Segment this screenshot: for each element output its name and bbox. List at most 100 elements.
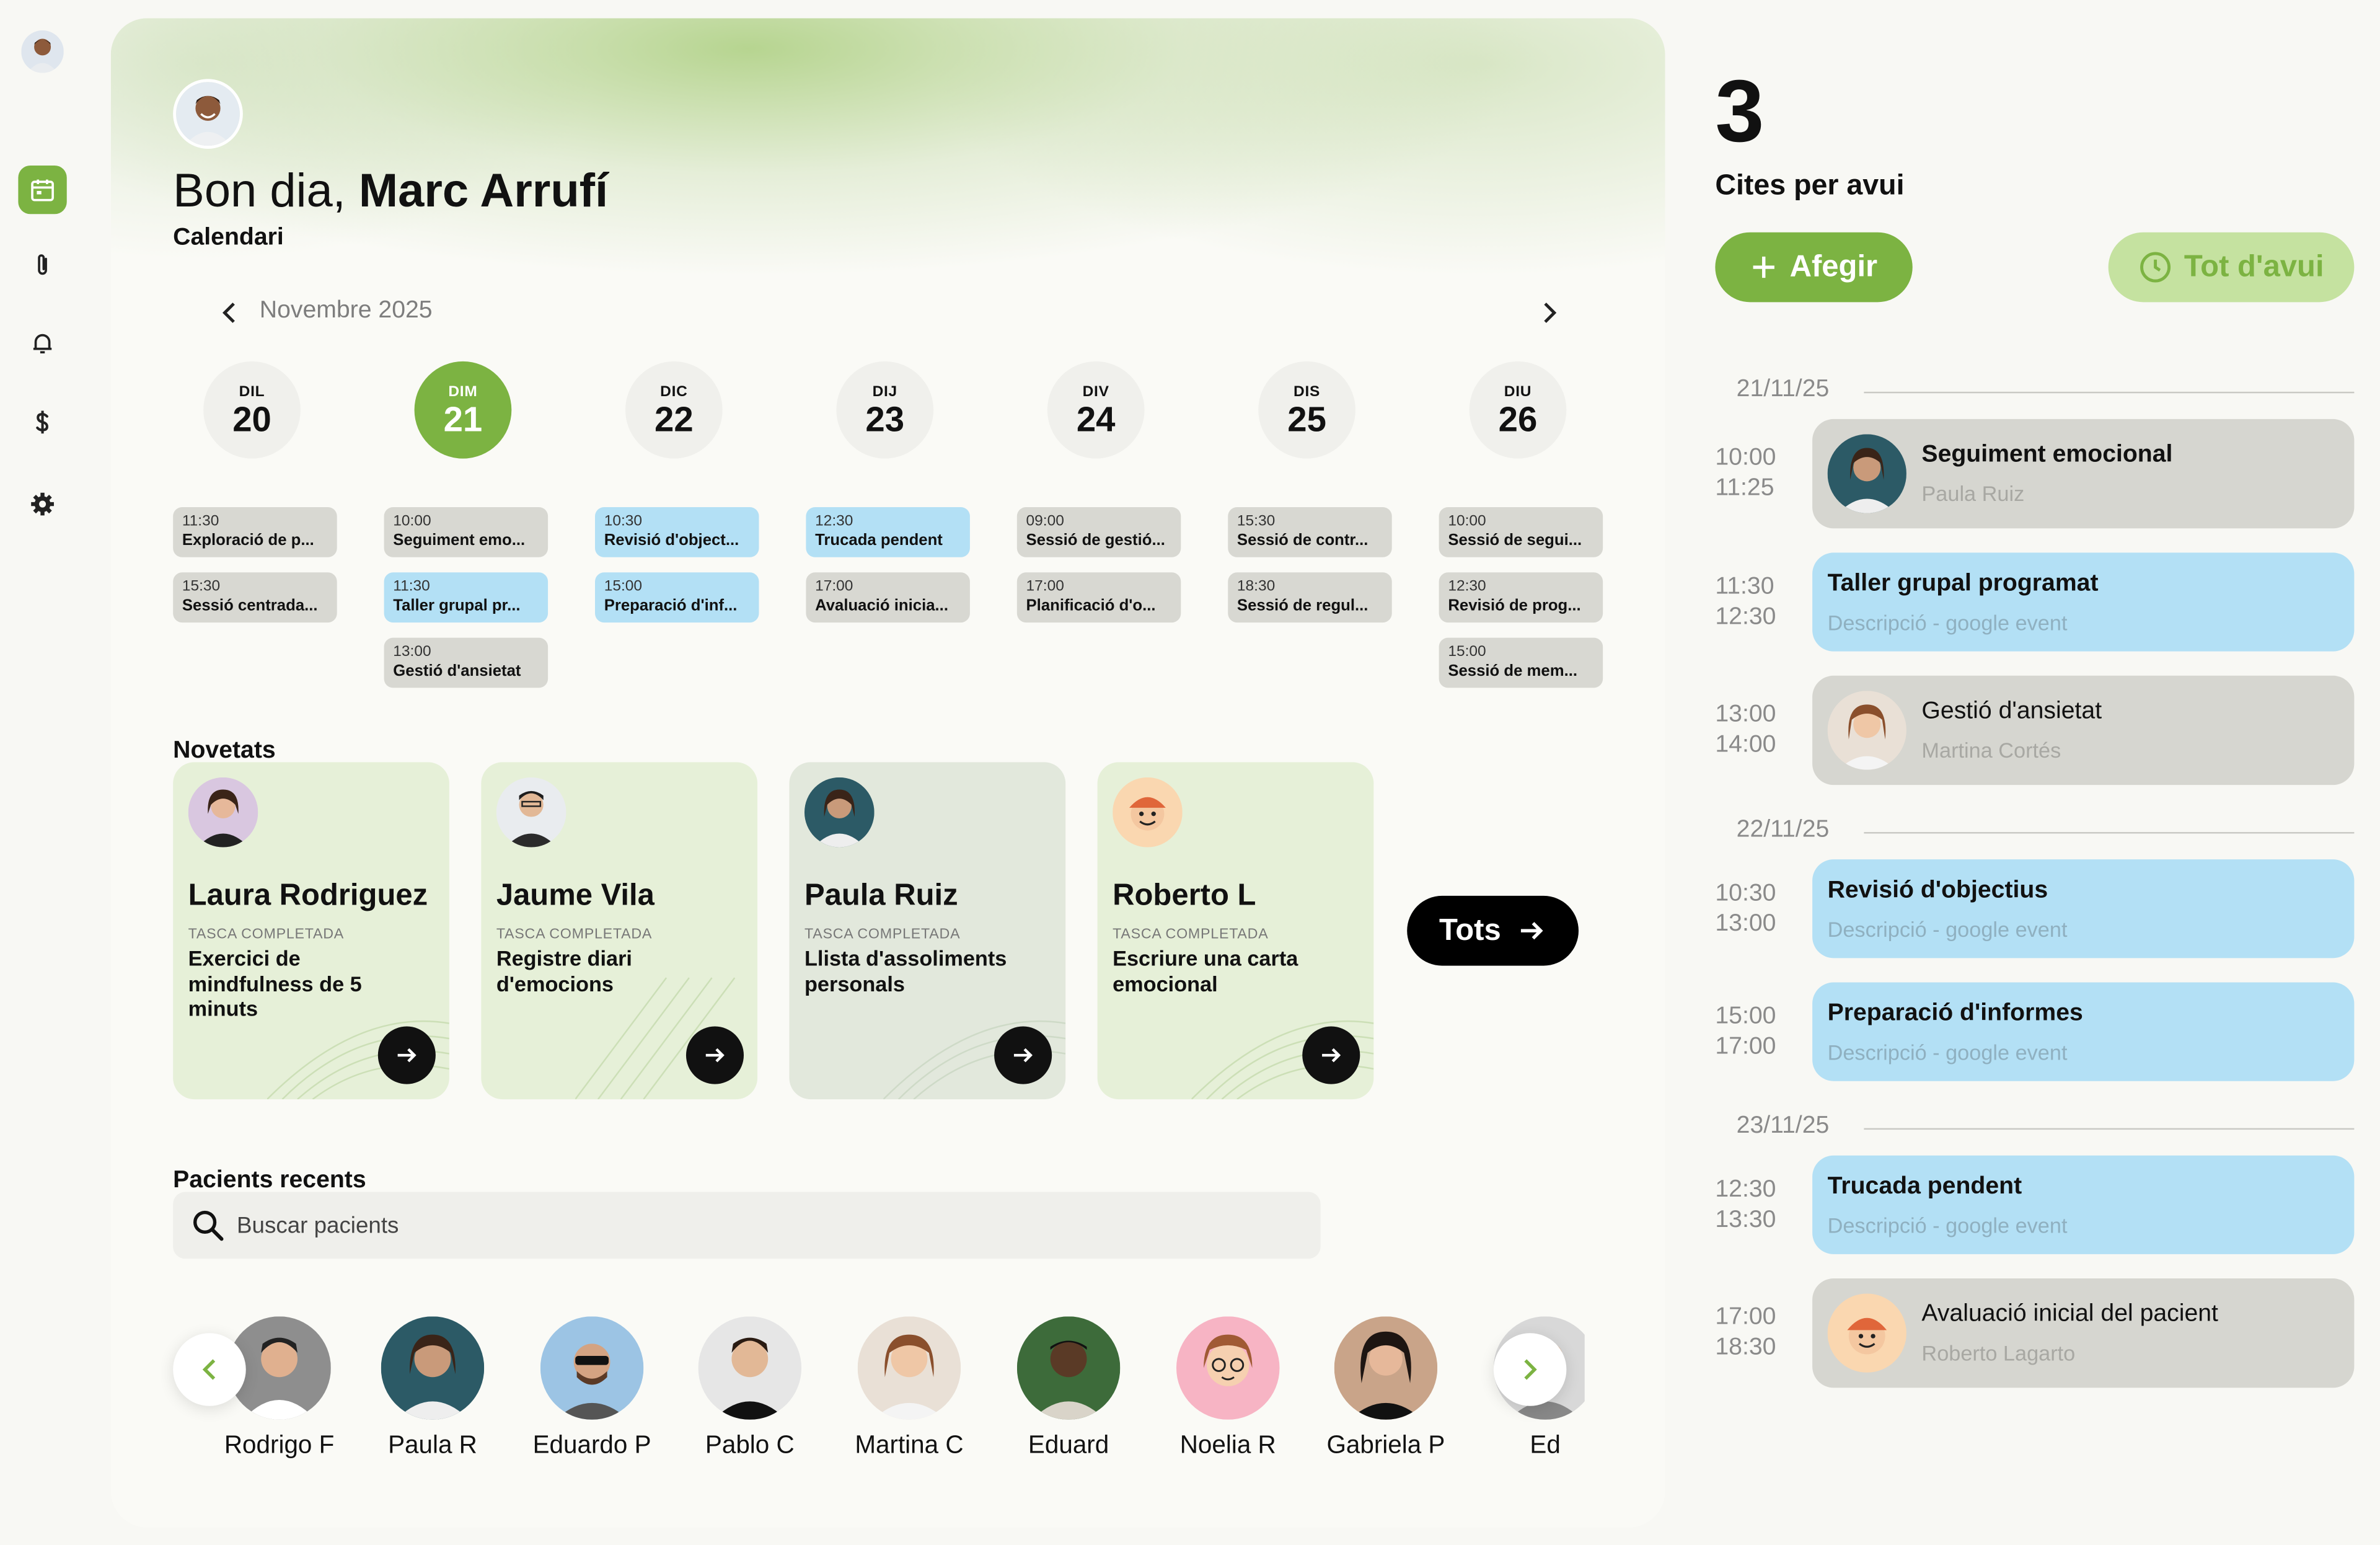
appointment-card[interactable]: Avaluació inicial del pacient Roberto La… xyxy=(1812,1278,2355,1388)
calendar-event[interactable]: 11:30 Exploració de p... xyxy=(173,507,337,557)
calendar-event[interactable]: 15:00 Sessió de mem... xyxy=(1439,637,1603,688)
day-button[interactable]: DIU 26 xyxy=(1469,361,1567,459)
nav-notifications[interactable] xyxy=(18,319,66,367)
event-time: 15:00 xyxy=(1448,644,1486,661)
nav-settings[interactable] xyxy=(18,480,66,528)
appointment-card[interactable]: Gestió d'ansietat Martina Cortés xyxy=(1812,675,2355,786)
appointment-card[interactable]: Preparació d'informes Descripció - googl… xyxy=(1812,982,2355,1081)
event-time: 13:00 xyxy=(393,644,431,661)
event-time: 09:00 xyxy=(1026,513,1064,530)
news-card[interactable]: Paula Ruiz TASCA COMPLETADA Llista d'ass… xyxy=(789,762,1066,1100)
day-button-selected[interactable]: DIM 21 xyxy=(414,361,512,459)
chevron-right-icon xyxy=(1544,303,1557,323)
carousel-next-button[interactable] xyxy=(1493,1333,1567,1406)
end-time: 13:00 xyxy=(1715,911,1776,937)
patient-item[interactable]: Martina C xyxy=(834,1316,985,1483)
calendar-event[interactable]: 11:30 Taller grupal pr... xyxy=(384,572,549,623)
appointment-time: 15:00 17:00 xyxy=(1715,1002,1806,1063)
calendar-event[interactable]: 12:30 Trucada pendent xyxy=(806,507,970,557)
card-status: TASCA COMPLETADA xyxy=(496,926,653,943)
calendar-event[interactable]: 17:00 Avaluació inicia... xyxy=(806,572,970,623)
divider xyxy=(1864,832,2355,834)
day-button[interactable]: DIJ 23 xyxy=(836,361,934,459)
next-month-button[interactable] xyxy=(1535,298,1565,328)
news-card[interactable]: Laura Rodriguez TASCA COMPLETADA Exercic… xyxy=(173,762,449,1100)
appointment-card[interactable]: Seguiment emocional Paula Ruiz xyxy=(1812,418,2355,529)
day-name: DIC xyxy=(660,383,688,401)
patient-search[interactable]: Buscar pacients xyxy=(173,1192,1321,1259)
day-column: DIJ 23 12:30 Trucada pendent 17:00 Avaluaci… xyxy=(806,361,970,711)
day-column: DIM 21 10:00 Seguiment emo... 11:30 Taller … xyxy=(384,361,549,711)
patient-name: Noelia R xyxy=(1179,1432,1276,1459)
patient-item[interactable]: Paula R xyxy=(357,1316,509,1483)
calendar-event[interactable]: 18:30 Sessió de regul... xyxy=(1228,572,1392,623)
profile-avatar[interactable] xyxy=(21,30,64,73)
patient-avatar xyxy=(698,1316,802,1420)
day-button[interactable]: DIL 20 xyxy=(203,361,301,459)
event-time: 10:00 xyxy=(393,513,431,530)
appointment-time: 10:00 11:25 xyxy=(1715,443,1806,504)
calendar-event[interactable]: 12:30 Revisió de prog... xyxy=(1439,572,1603,623)
calendar-event[interactable]: 15:30 Sessió de contr... xyxy=(1228,507,1392,557)
all-today-button[interactable]: Tot d'avui xyxy=(2108,232,2355,303)
calendar-event[interactable]: 13:00 Gestió d'ansietat xyxy=(384,637,549,688)
appointment-patient: Martina Cortés xyxy=(1921,738,2061,763)
appointment-title: Avaluació inicial del pacient xyxy=(1921,1301,2218,1327)
news-card[interactable]: Jaume Vila TASCA COMPLETADA Registre dia… xyxy=(481,762,758,1100)
day-button[interactable]: DIC 22 xyxy=(625,361,723,459)
patient-name: Ed xyxy=(1530,1432,1561,1459)
arrow-right-icon xyxy=(397,1048,416,1063)
news-card[interactable]: Roberto L TASCA COMPLETADA Escriure una … xyxy=(1097,762,1374,1100)
start-time: 12:30 xyxy=(1715,1176,1776,1203)
event-time: 12:30 xyxy=(1448,578,1486,596)
patient-avatar xyxy=(496,777,566,848)
calendar-label: Calendari xyxy=(173,224,284,251)
calendar-event[interactable]: 10:30 Revisió d'object... xyxy=(595,507,759,557)
event-title: Sessió de regul... xyxy=(1236,596,1368,615)
day-button[interactable]: DIV 24 xyxy=(1047,361,1145,459)
calendar-event[interactable]: 17:00 Planificació d'o... xyxy=(1016,572,1181,623)
calendar-event[interactable]: 10:00 Sessió de segui... xyxy=(1439,507,1603,557)
day-column: DIU 26 10:00 Sessió de segui... 12:30 Revis… xyxy=(1439,361,1603,711)
day-button[interactable]: DIS 25 xyxy=(1258,361,1355,459)
date-label: 22/11/25 xyxy=(1736,817,1830,843)
end-time: 14:00 xyxy=(1715,732,1776,758)
event-time: 10:30 xyxy=(604,513,643,530)
carousel-prev-button[interactable] xyxy=(173,1333,246,1406)
appointment-card[interactable]: Taller grupal programat Descripció - goo… xyxy=(1812,552,2355,652)
day-column: DIC 22 10:30 Revisió d'object... 15:00 Prep… xyxy=(595,361,759,711)
prev-month-button[interactable] xyxy=(214,298,244,328)
user-avatar xyxy=(173,79,243,149)
add-appointment-button[interactable]: Afegir xyxy=(1715,232,1913,303)
nav-calendar[interactable] xyxy=(18,165,67,215)
appointment-card[interactable]: Revisió d'objectius Descripció - google … xyxy=(1812,859,2355,958)
patient-item[interactable]: Gabriela P xyxy=(1310,1316,1461,1483)
nav-billing[interactable] xyxy=(18,398,66,446)
patient-item[interactable]: Eduard xyxy=(993,1316,1145,1483)
patient-item[interactable]: Pablo C xyxy=(674,1316,826,1483)
card-open-button[interactable] xyxy=(377,1026,436,1084)
calendar-event[interactable]: 10:00 Seguiment emo... xyxy=(384,507,549,557)
event-time: 15:00 xyxy=(604,578,643,596)
event-title: Sessió de contr... xyxy=(1236,531,1368,550)
day-number: 21 xyxy=(443,398,483,438)
patient-item[interactable]: Noelia R xyxy=(1152,1316,1304,1483)
patient-avatar xyxy=(381,1316,485,1420)
card-open-button[interactable] xyxy=(1302,1026,1360,1084)
arrow-right-icon xyxy=(1322,1048,1341,1063)
card-task: Exercici de mindfulness de 5 minuts xyxy=(188,945,362,1020)
patient-avatar xyxy=(188,777,258,848)
appointment-description: Descripció - google event xyxy=(1827,917,2068,942)
event-title: Planificació d'o... xyxy=(1026,596,1156,615)
event-time: 18:30 xyxy=(1236,578,1276,596)
calendar-event[interactable]: 15:00 Preparació d'inf... xyxy=(595,572,759,623)
nav-attachments[interactable] xyxy=(18,241,66,290)
calendar-event[interactable]: 15:30 Sessió centrada... xyxy=(173,572,337,623)
patient-item[interactable]: Eduardo P xyxy=(516,1316,668,1483)
card-status: TASCA COMPLETADA xyxy=(804,926,961,943)
card-open-button[interactable] xyxy=(994,1026,1052,1084)
calendar-event[interactable]: 09:00 Sessió de gestió... xyxy=(1016,507,1181,557)
appointment-card[interactable]: Trucada pendent Descripció - google even… xyxy=(1812,1155,2355,1254)
card-open-button[interactable] xyxy=(685,1026,744,1084)
see-all-news-button[interactable]: Tots xyxy=(1407,895,1579,966)
